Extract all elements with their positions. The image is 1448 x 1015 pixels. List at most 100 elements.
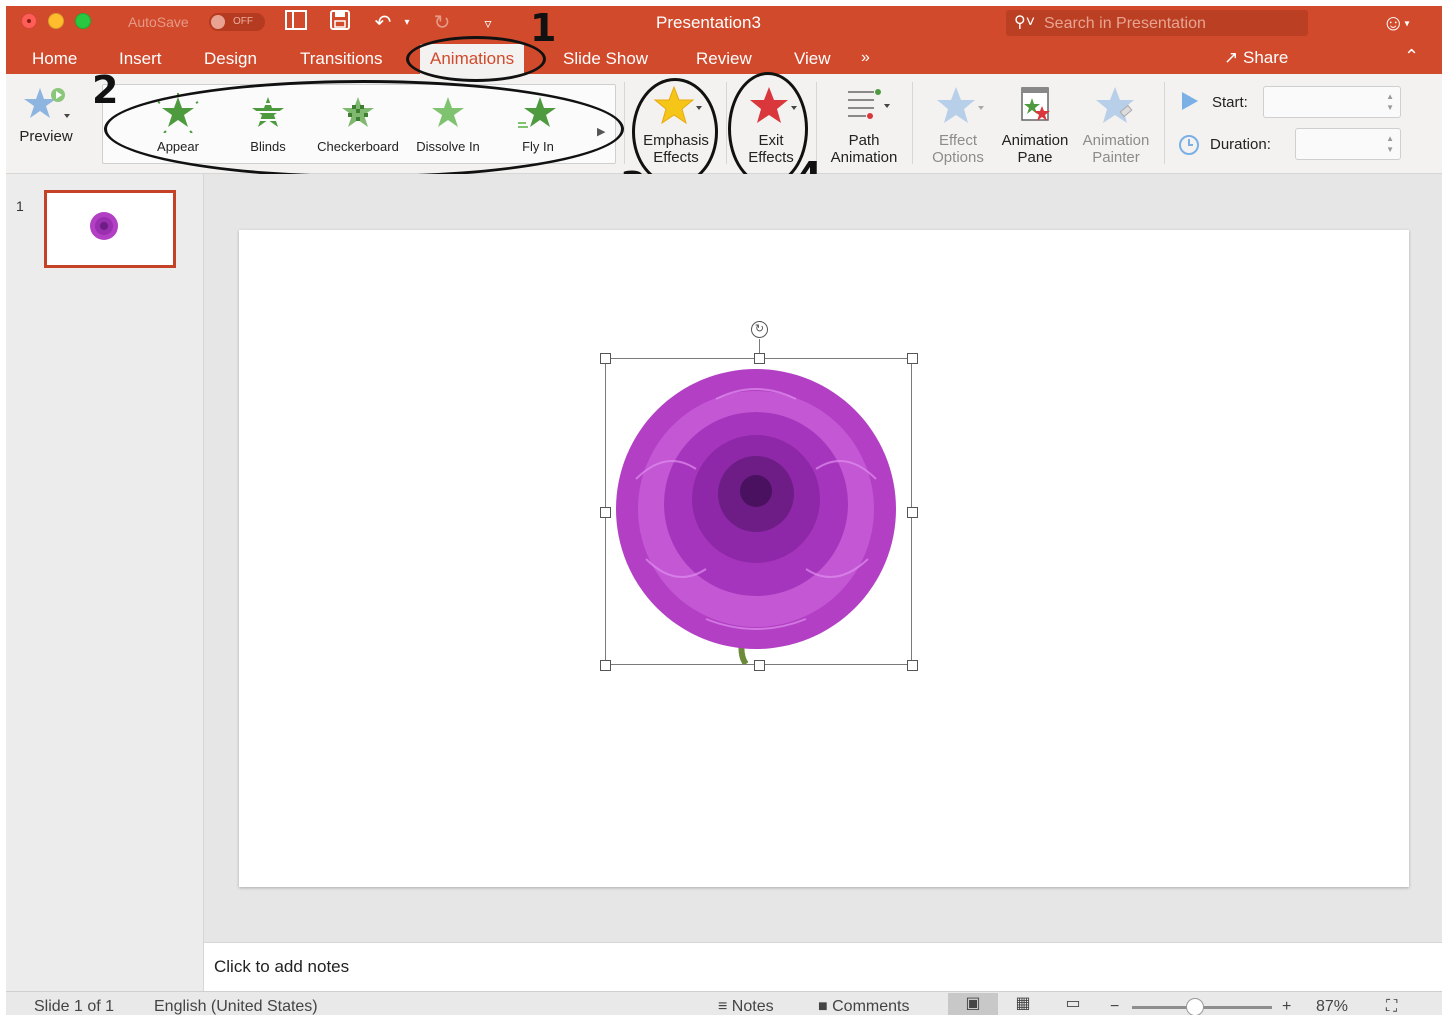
comments-toggle[interactable]: ■ Comments (818, 998, 909, 1015)
effect-options-button: Effect Options (920, 84, 996, 166)
redo-icon: ↻ (433, 12, 451, 34)
autosave-state: OFF (233, 16, 253, 27)
spin-down-icon[interactable]: ▼ (1386, 145, 1394, 154)
resize-handle[interactable] (600, 353, 611, 364)
resize-handle[interactable] (754, 353, 765, 364)
resize-handle[interactable] (600, 507, 611, 518)
preview-label: Preview (19, 128, 73, 145)
resize-handle[interactable] (600, 660, 611, 671)
thumbnail-number: 1 (16, 198, 24, 214)
thumbnail-flower-image (90, 212, 118, 240)
duration-label: Duration: (1210, 136, 1271, 153)
share-button[interactable]: ↗ Share (1224, 48, 1288, 68)
resize-handle[interactable] (907, 353, 918, 364)
collapse-ribbon-icon[interactable]: ⌃ (1404, 46, 1419, 67)
autosave-label: AutoSave (128, 14, 189, 30)
slide-thumbnail[interactable] (44, 190, 176, 268)
tab-transitions[interactable]: Transitions (300, 49, 383, 69)
path-label-2: Animation (830, 149, 898, 166)
feedback-smiley-icon[interactable]: ☺▾ (1382, 10, 1410, 36)
customize-toolbar-icon[interactable]: ▿ (478, 10, 498, 36)
language-indicator[interactable]: English (United States) (154, 998, 318, 1015)
resize-handle[interactable] (907, 660, 918, 671)
selected-picture[interactable]: ↻ (600, 321, 918, 671)
search-placeholder: Search in Presentation (1044, 15, 1206, 32)
tab-insert[interactable]: Insert (119, 49, 162, 69)
animation-pane-label-2: Pane (1017, 149, 1053, 166)
ribbon-separator (1164, 82, 1165, 164)
annotation-oval-2 (104, 80, 624, 178)
more-tabs-icon[interactable]: » (861, 49, 870, 67)
start-play-icon (1180, 90, 1200, 117)
zoom-level: 87% (1316, 998, 1349, 1015)
comments-toggle-label: Comments (832, 998, 910, 1015)
resize-handle[interactable] (754, 660, 765, 671)
zoom-window-button[interactable] (75, 13, 91, 29)
ribbon-separator (816, 82, 817, 164)
share-label: Share (1242, 48, 1289, 67)
preview-button[interactable]: Preview (10, 84, 82, 145)
path-animation-button[interactable]: Path Animation (824, 84, 904, 166)
tab-design[interactable]: Design (204, 49, 257, 69)
start-select[interactable]: ▲ ▼ (1263, 86, 1401, 118)
notes-toggle-label: Notes (731, 998, 774, 1015)
slide-counter: Slide 1 of 1 (34, 998, 115, 1015)
undo-dropdown-icon[interactable]: ▾ (402, 10, 412, 36)
close-window-button[interactable] (21, 13, 37, 29)
start-label: Start: (1212, 94, 1248, 111)
zoom-in-button[interactable]: + (1282, 998, 1291, 1015)
notes-toggle[interactable]: ≡ Notes (718, 998, 774, 1015)
effect-options-label-1: Effect (938, 132, 978, 149)
ribbon-separator (726, 82, 727, 164)
preview-star-icon (24, 88, 70, 118)
effect-options-icon (937, 87, 984, 123)
notes-pane[interactable]: Click to add notes (204, 942, 1442, 991)
reading-view-button[interactable]: ▭ (1048, 993, 1098, 1015)
animation-pane-button[interactable]: Animation Pane (996, 84, 1074, 166)
slide-sorter-view-button[interactable]: ▦ (998, 993, 1048, 1015)
status-bar: Slide 1 of 1 English (United States) ≡ N… (6, 991, 1442, 1015)
effect-options-label-2: Options (932, 149, 984, 166)
fit-to-window-icon[interactable]: ⛶ (1386, 998, 1397, 1015)
sidebar-toggle-icon[interactable] (284, 10, 308, 36)
slide-thumbnail-pane: 1 (6, 174, 204, 991)
autosave-toggle[interactable]: OFF (209, 13, 265, 31)
tab-review[interactable]: Review (696, 49, 752, 69)
rotate-connector (759, 339, 760, 353)
animation-painter-label-1: Animation (1082, 132, 1150, 149)
notes-icon: ≡ (718, 998, 728, 1015)
annotation-number-2: 2 (92, 68, 119, 112)
resize-handle[interactable] (907, 507, 918, 518)
comments-icon: ■ (818, 998, 828, 1015)
normal-view-button[interactable]: ▣ (948, 993, 998, 1015)
tab-home[interactable]: Home (32, 49, 77, 69)
animation-pane-label-1: Animation (1001, 132, 1069, 149)
tab-slide-show[interactable]: Slide Show (563, 49, 648, 69)
save-icon[interactable] (328, 10, 352, 36)
zoom-out-button[interactable]: − (1110, 998, 1119, 1015)
dahlia-flower-image (616, 369, 896, 666)
spin-up-icon: ▲ (1386, 92, 1394, 101)
duration-clock-icon (1178, 134, 1200, 161)
search-icon: ⚲˅ (1014, 14, 1036, 31)
undo-icon[interactable]: ↶ (370, 10, 396, 36)
slide-canvas[interactable]: ↻ (239, 230, 1409, 887)
duration-input[interactable]: ▲ ▼ (1295, 128, 1401, 160)
tab-view[interactable]: View (794, 49, 831, 69)
notes-placeholder: Click to add notes (214, 957, 350, 976)
animation-painter-label-2: Painter (1092, 149, 1140, 166)
annotation-number-1: 1 (530, 6, 557, 50)
spin-up-icon[interactable]: ▲ (1386, 134, 1394, 143)
zoom-slider-knob[interactable] (1186, 998, 1204, 1015)
slide-editor: ↻ (204, 174, 1442, 942)
minimize-window-button[interactable] (48, 13, 64, 29)
title-bar: AutoSave OFF ↶ ▾ ↻ ▿ Presentation3 ⚲˅ Se… (6, 6, 1442, 42)
spin-down-icon: ▼ (1386, 103, 1394, 112)
animation-painter-button: Animation Painter (1076, 84, 1156, 166)
ribbon-separator (624, 82, 625, 164)
animation-pane-icon (1021, 87, 1050, 121)
rotate-handle-icon[interactable]: ↻ (751, 321, 768, 338)
search-box[interactable]: ⚲˅ Search in Presentation (1006, 10, 1308, 36)
document-title: Presentation3 (656, 13, 761, 32)
animation-painter-icon (1096, 87, 1134, 123)
